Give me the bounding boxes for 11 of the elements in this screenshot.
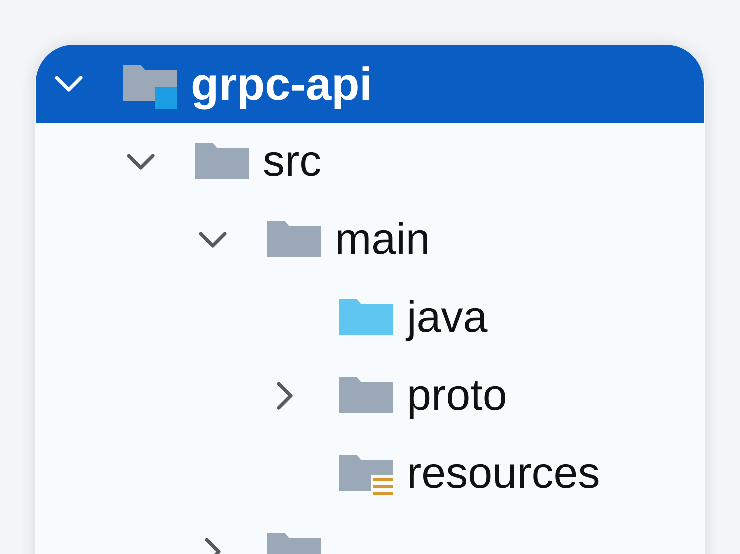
selected-tree-row[interactable]: grpc-api xyxy=(36,45,704,123)
tree-row[interactable]: main xyxy=(36,201,704,279)
tree-row[interactable]: src xyxy=(36,123,704,201)
tree-row[interactable]: java xyxy=(36,279,704,357)
tree-item-label: proto xyxy=(407,374,508,418)
tree-item-label: java xyxy=(407,296,488,340)
tree-item-label: resources xyxy=(407,452,600,496)
tree-item-label: src xyxy=(263,140,322,184)
tree-row[interactable]: resources xyxy=(36,435,704,513)
tree-item-label: main xyxy=(335,218,430,262)
tree-row[interactable]: proto xyxy=(36,357,704,435)
